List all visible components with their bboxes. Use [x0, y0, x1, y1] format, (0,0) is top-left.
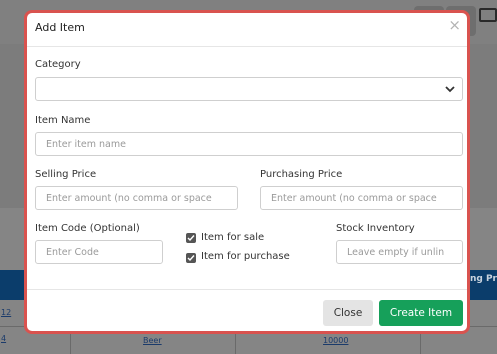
selling-price-placeholder: Enter amount (no comma or space — [46, 193, 212, 204]
checkmark-icon — [187, 255, 195, 262]
stock-inventory-input[interactable]: Leave empty if unlin — [336, 240, 463, 264]
purchasing-price-placeholder: Enter amount (no comma or space — [271, 193, 437, 204]
modal-header: Add Item × — [27, 13, 467, 47]
item-code-placeholder: Enter Code — [46, 247, 99, 258]
close-icon[interactable]: × — [448, 18, 461, 33]
category-label: Category — [35, 59, 81, 70]
modal-footer-divider — [27, 289, 467, 290]
mail-icon — [479, 8, 497, 22]
item-code-input[interactable]: Enter Code — [35, 240, 163, 264]
background-row-text: Beer — [143, 336, 162, 345]
stock-inventory-label: Stock Inventory — [336, 223, 415, 234]
item-name-placeholder: Enter item name — [46, 139, 126, 150]
selling-price-input[interactable]: Enter amount (no comma or space — [35, 186, 238, 210]
background-row-text: 12 — [1, 308, 12, 317]
background-row-text: 10000 — [323, 336, 349, 345]
close-button[interactable]: Close — [323, 300, 373, 326]
purchasing-price-input[interactable]: Enter amount (no comma or space — [260, 186, 463, 210]
item-name-input[interactable]: Enter item name — [35, 132, 463, 156]
stock-inventory-placeholder: Leave empty if unlin — [347, 247, 445, 258]
background-row-text: 4 — [1, 334, 7, 343]
item-for-purchase-checkbox[interactable] — [186, 253, 196, 263]
checkmark-icon — [187, 235, 195, 242]
item-for-sale-checkbox[interactable] — [186, 233, 196, 243]
background-table-header-text: ng Pr — [469, 274, 497, 284]
item-name-label: Item Name — [35, 115, 91, 126]
purchasing-price-label: Purchasing Price — [260, 169, 343, 180]
create-item-button[interactable]: Create Item — [379, 300, 463, 326]
category-select[interactable] — [35, 77, 463, 101]
add-item-modal: Add Item × Category Item Name Enter item… — [24, 10, 470, 334]
selling-price-label: Selling Price — [35, 169, 97, 180]
modal-title: Add Item — [35, 21, 85, 34]
item-for-purchase-label[interactable]: Item for purchase — [201, 251, 290, 262]
item-code-label: Item Code (Optional) — [35, 223, 140, 234]
item-for-sale-label[interactable]: Item for sale — [201, 232, 264, 243]
chevron-down-icon — [445, 86, 455, 93]
